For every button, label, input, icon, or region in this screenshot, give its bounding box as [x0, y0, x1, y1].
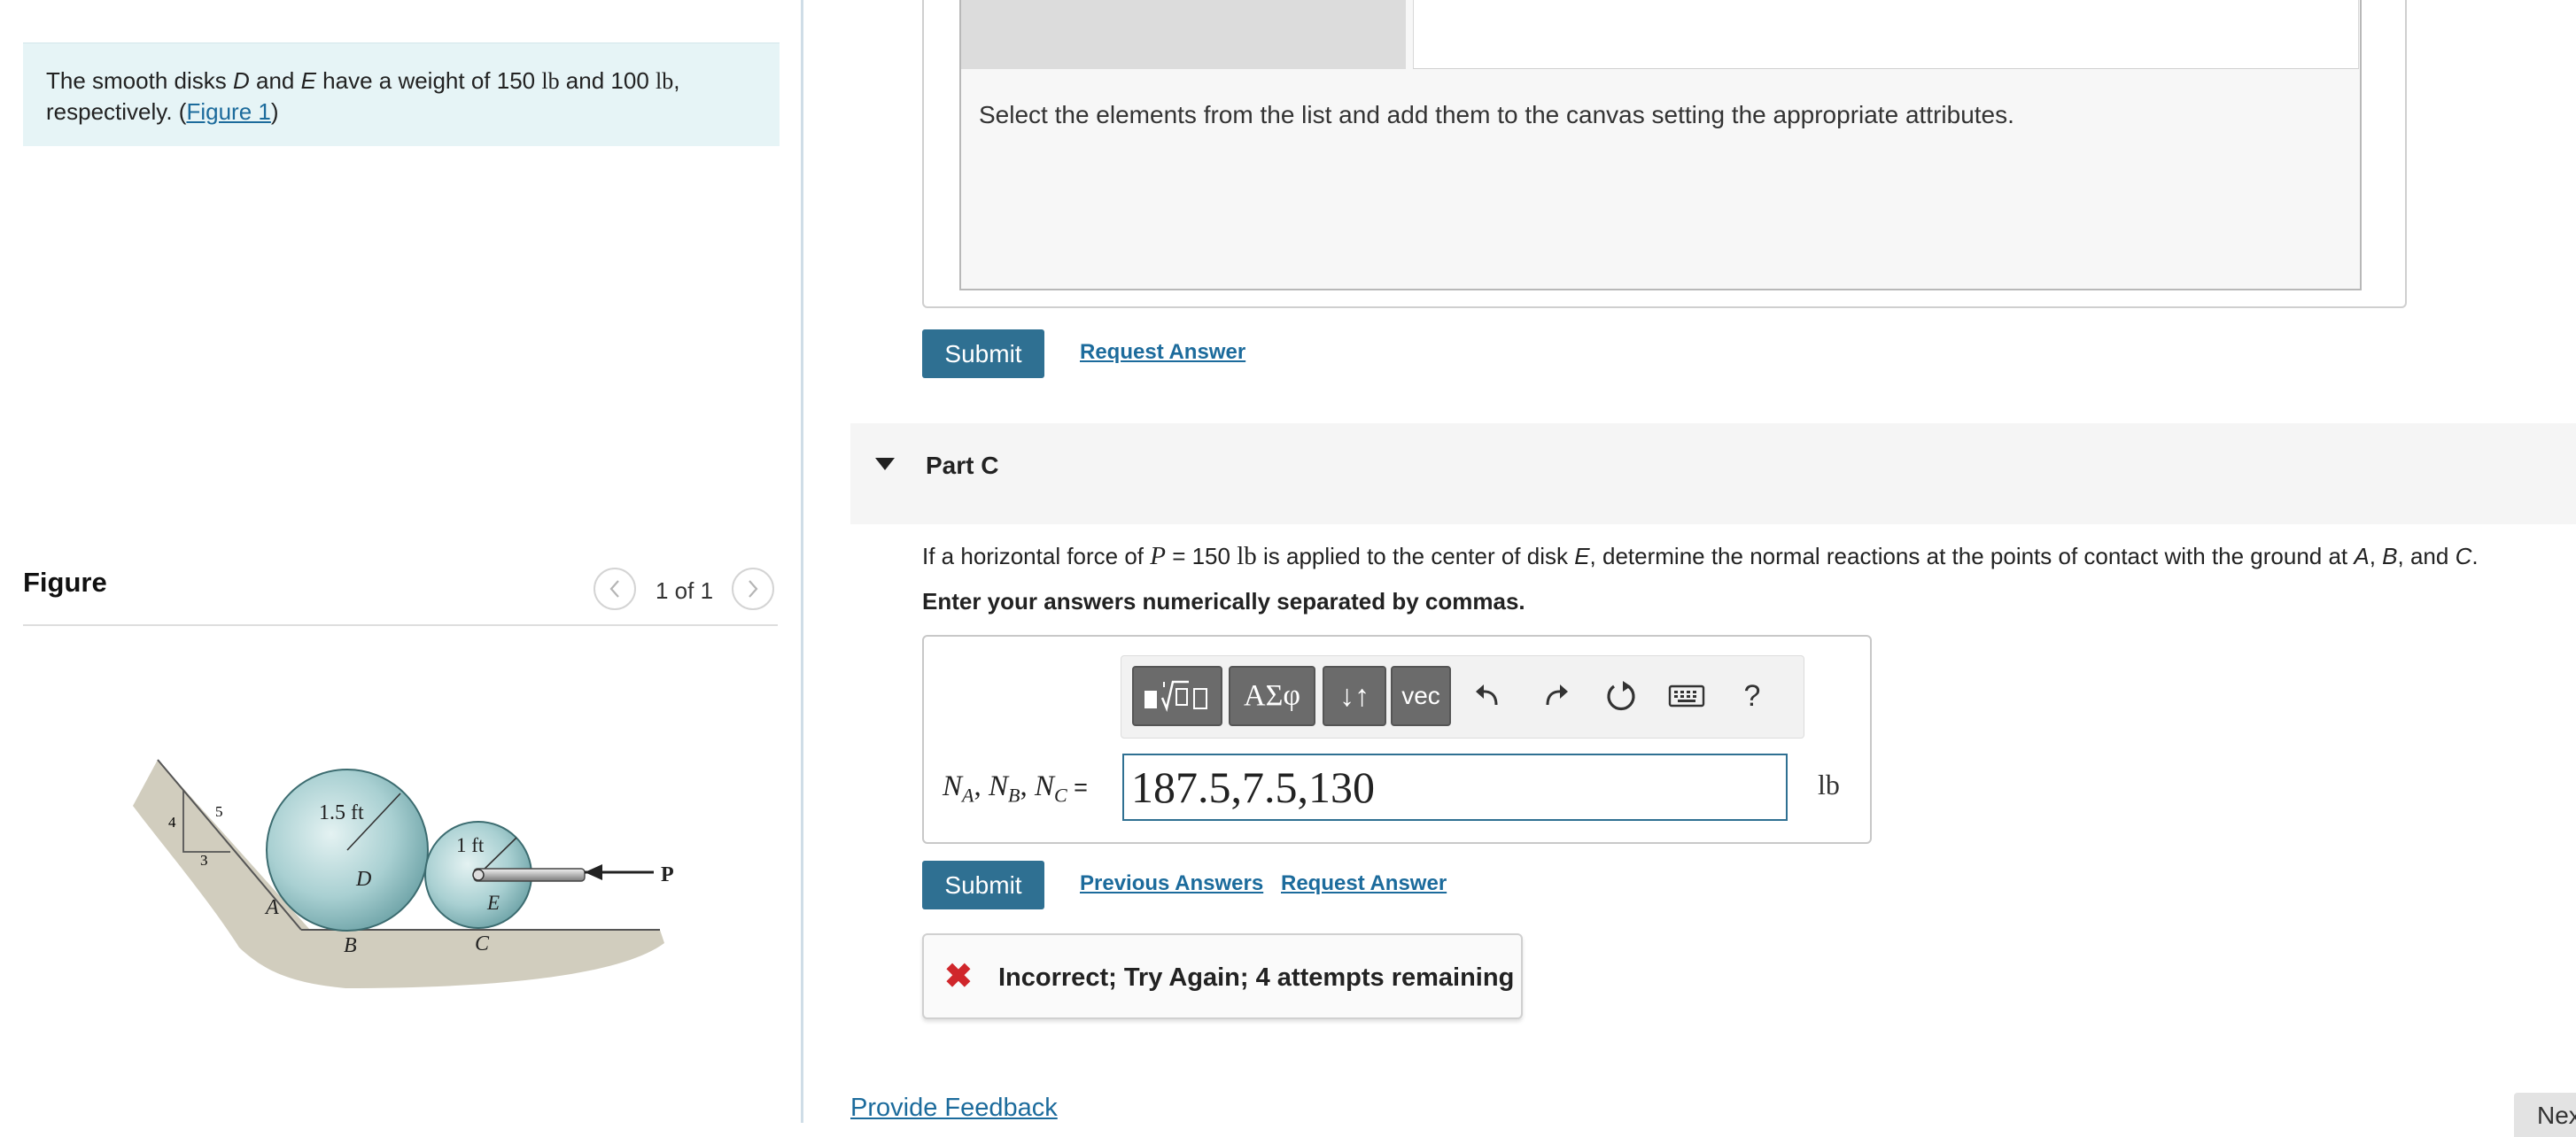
question-text-part: . [2471, 543, 2479, 569]
question-text-part: If a horizontal force of [922, 543, 1151, 569]
figure-divider [23, 624, 778, 626]
problem-text-part: have a weight of 150 [315, 67, 542, 94]
radius-d-label: 1.5 ft [319, 801, 364, 824]
unit-lb: lb [656, 68, 674, 94]
part-c-request-answer-link[interactable]: Request Answer [1281, 871, 1447, 896]
question-text-part: , determine the normal reactions at the … [1589, 543, 2355, 569]
templates-icon [1144, 680, 1207, 713]
feedback-message: Incorrect; Try Again; 4 attempts remaini… [998, 963, 1515, 992]
question-text-part: , and [2397, 543, 2456, 569]
reset-button[interactable] [1596, 669, 1646, 723]
part-c-title: Part C [926, 452, 999, 479]
subscript-a: A [962, 784, 974, 807]
label-separator: , [1020, 770, 1035, 802]
problem-statement: The smooth disks D and E have a weight o… [46, 66, 755, 127]
question-text-part: = 150 [1165, 543, 1238, 569]
redo-icon [1546, 685, 1568, 706]
figure-heading: Figure [23, 567, 107, 598]
keyboard-button[interactable] [1662, 669, 1711, 723]
chevron-right-icon [749, 580, 758, 598]
point-a-label: A [264, 896, 279, 919]
greek-symbols-button[interactable]: ΑΣφ [1229, 666, 1315, 726]
problem-text-part: ) [270, 98, 279, 125]
slope-label-5: 5 [215, 803, 223, 820]
error-x-icon: ✖ [944, 958, 973, 995]
vector-button[interactable]: vec [1391, 666, 1451, 726]
disks-figure: 4 5 3 1.5 ft D 1 ft E P A B C [133, 759, 673, 988]
previous-answers-link[interactable]: Previous Answers [1080, 871, 1263, 896]
point-b-symbol: B [2382, 543, 2398, 569]
canvas-instruction: Select the elements from the list and ad… [979, 101, 2014, 128]
figure-next-button[interactable] [732, 568, 774, 610]
element-list-panel[interactable] [961, 0, 1406, 69]
undo-icon [1476, 685, 1498, 706]
answer-unit: lb [1818, 769, 1840, 801]
radius-e-label: 1 ft [456, 834, 485, 856]
disk-d-symbol: D [232, 67, 250, 94]
problem-text-part: and [249, 67, 301, 94]
caret-down-icon[interactable] [875, 458, 895, 470]
equals-sign: = [1067, 774, 1088, 801]
disk-e-symbol: E [1574, 543, 1590, 569]
subscript-c: C [1053, 784, 1067, 807]
reset-icon [1607, 681, 1635, 711]
part-b-request-answer-link[interactable]: Request Answer [1080, 340, 1245, 365]
problem-text-part: and 100 [559, 67, 656, 94]
slope-label-3: 3 [200, 852, 208, 869]
provide-feedback-link[interactable]: Provide Feedback [850, 1094, 1058, 1123]
normal-symbol: N [943, 770, 963, 802]
figure-prev-button[interactable] [594, 568, 636, 610]
normal-symbol: N [1034, 770, 1054, 802]
undo-button[interactable] [1463, 669, 1513, 723]
answer-instruction: Enter your answers numerically separated… [922, 588, 1525, 615]
slope-label-4: 4 [168, 814, 176, 831]
problem-text-part: The smooth disks [46, 67, 233, 94]
label-separator: , [974, 770, 989, 802]
answer-label: NA, NB, NC = [943, 769, 1088, 808]
point-c-symbol: C [2455, 543, 2472, 569]
point-b-label: B [344, 934, 357, 957]
figure-link[interactable]: Figure 1 [186, 98, 270, 125]
problem-text-part: , [673, 67, 680, 94]
part-c-question: If a horizontal force of P = 150 lb is a… [922, 542, 2479, 571]
unit-lb: lb [541, 68, 560, 94]
column-divider[interactable] [801, 0, 803, 1123]
figure-counter: 1 of 1 [656, 577, 714, 604]
help-button[interactable]: ? [1727, 669, 1777, 723]
normal-symbol: N [988, 770, 1008, 802]
attribute-panel[interactable] [1413, 0, 2359, 69]
point-a-symbol: A [2354, 543, 2370, 569]
arrows-button[interactable]: ↓↑ [1323, 666, 1386, 726]
answer-input[interactable] [1122, 754, 1788, 821]
problem-text-part: respectively. ( [46, 98, 187, 125]
templates-button[interactable] [1132, 666, 1222, 726]
unit-lb: lb [1237, 542, 1257, 570]
disk-d-label: D [355, 868, 371, 891]
part-c-header[interactable] [850, 423, 2576, 524]
next-button[interactable]: Next [2514, 1093, 2576, 1137]
keyboard-icon [1668, 685, 1705, 708]
force-symbol: P [1150, 542, 1166, 570]
part-c-submit-button[interactable]: Submit [922, 861, 1044, 909]
question-text-part: is applied to the center of disk [1256, 543, 1575, 569]
disk-e-label: E [486, 892, 500, 914]
subscript-b: B [1007, 784, 1020, 807]
point-c-label: C [475, 932, 490, 955]
question-text-part: , [2369, 543, 2383, 569]
redo-button[interactable] [1531, 669, 1580, 723]
force-label: P [661, 863, 673, 886]
part-b-submit-button[interactable]: Submit [922, 329, 1044, 378]
push-rod [473, 868, 586, 882]
chevron-left-icon [609, 580, 619, 598]
disk-e-symbol: E [300, 67, 316, 94]
